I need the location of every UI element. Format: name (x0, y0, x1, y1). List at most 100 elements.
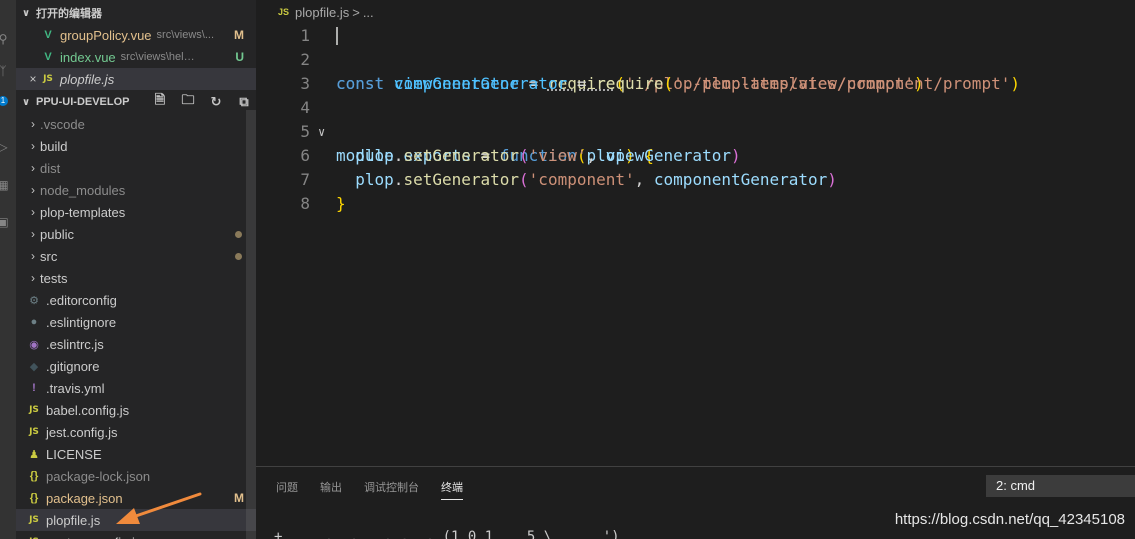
tree-item-label: .gitignore (46, 358, 100, 374)
file-item[interactable]: {} package-lock.json (16, 465, 256, 487)
eslint-icon: ◉ (29, 338, 39, 351)
modified-dot (235, 252, 242, 260)
activity-bar: ⚲ ᛉ 1 ▷ ▦ ▣ (0, 0, 16, 539)
chevron-right-icon[interactable]: › (26, 139, 40, 153)
folder-item[interactable]: › node_modules (16, 179, 256, 201)
tree-item-label: node_modules (40, 182, 126, 198)
folder-item[interactable]: › build (16, 135, 256, 157)
terminal-output[interactable]: + . . . . . (1 0 1 5 \ ') (274, 529, 620, 539)
notification-badge: 1 (0, 96, 8, 106)
tree-item-label: babel.config.js (46, 402, 130, 418)
folder-item[interactable]: › plop-templates (16, 201, 256, 223)
open-editor-label: index.vue (60, 49, 116, 65)
open-editor-path: src\views\... (156, 29, 214, 41)
file-item[interactable]: ◆ .gitignore (16, 355, 256, 377)
tree-item-label: package.json (46, 490, 123, 506)
git-status-badge: M (234, 491, 244, 505)
panel-tab[interactable]: 问题 (276, 479, 298, 500)
open-editor-item[interactable]: × JS plopfile.js (16, 68, 256, 90)
folder-item[interactable]: › src (16, 245, 256, 267)
panel-tabs: 问题 输出 调试控制台 终端 (276, 479, 463, 500)
chevron-down-icon: ∨ (21, 96, 31, 108)
chevron-right-icon[interactable]: › (26, 161, 40, 175)
bottom-panel: 问题 输出 调试控制台 终端 2: cmd https://blog.csdn.net… (256, 466, 1135, 539)
vue-icon: V (44, 51, 52, 63)
code-line-2[interactable]: const componentGenerator = require('./pl… (256, 48, 1135, 93)
code-line-5[interactable]: plop.setGenerator('view', viewGenerator) (256, 120, 1135, 165)
git-status-badge: M (234, 28, 244, 42)
breadcrumb: JS plopfile.js > ... (256, 0, 1135, 24)
source-control-icon[interactable]: ᛉ (0, 64, 10, 78)
new-file-icon[interactable]: 🗎 (152, 92, 168, 110)
open-editor-label: groupPolicy.vue (60, 27, 152, 43)
code-line-7[interactable]: } (256, 168, 1135, 213)
folder-item[interactable]: › dist (16, 157, 256, 179)
tree-item-label: src (40, 248, 58, 264)
collapse-all-icon[interactable]: ⧉ (236, 94, 252, 110)
git-icon: ◆ (29, 360, 39, 373)
js-file-icon: JS (278, 7, 290, 17)
file-item[interactable]: ⚙ .editorconfig (16, 289, 256, 311)
workspace-header[interactable]: ∨ PPU-UI-DEVELOP 🗎 🗀 ↻ ⧉ (16, 91, 256, 113)
chevron-right-icon[interactable]: › (26, 117, 40, 131)
chevron-down-icon: ∨ (21, 7, 31, 19)
chevron-right-icon[interactable]: › (26, 183, 40, 197)
git-status-badge: U (235, 50, 244, 64)
open-editor-item[interactable]: VgroupPolicy.vue src\views\... M (16, 24, 256, 46)
file-item[interactable]: JS plopfile.js (16, 509, 256, 531)
file-item[interactable]: JS babel.config.js (16, 399, 256, 421)
file-item[interactable]: {} package.json M (16, 487, 256, 509)
json-icon: {} (29, 470, 39, 482)
refresh-icon[interactable]: ↻ (208, 94, 224, 110)
js-icon: JS (29, 515, 39, 525)
sidebar-scrollbar[interactable] (246, 110, 256, 539)
file-item[interactable]: ! .travis.yml (16, 377, 256, 399)
open-editor-item[interactable]: Vindex.vue src\views\hello... U (16, 46, 256, 68)
file-item[interactable]: JSpostcss.config.js (16, 531, 256, 539)
tree-item-label: public (40, 226, 74, 242)
file-item[interactable]: ♟ LICENSE (16, 443, 256, 465)
close-icon[interactable]: × (26, 72, 40, 86)
code-line-6[interactable]: plop.setGenerator('component', component… (256, 144, 1135, 189)
workspace-title: PPU-UI-DEVELOP (36, 96, 130, 108)
circle-icon: ● (30, 316, 38, 328)
panel-tab[interactable]: 输出 (320, 479, 342, 500)
editor[interactable]: JS plopfile.js > ... 1 2 3 4 5 6 7 8 con… (256, 0, 1135, 466)
terminal-select[interactable]: 2: cmd (986, 475, 1135, 497)
open-editors-title: 打开的编辑器 (36, 8, 102, 20)
tree-item-label: plopfile.js (46, 512, 101, 528)
gear-icon: ⚙ (29, 294, 39, 307)
chevron-right-icon[interactable]: › (26, 249, 40, 263)
tree-item-label: postcss.config.js (46, 535, 141, 539)
chevron-right-icon[interactable]: › (26, 271, 40, 285)
tree-item-label: LICENSE (46, 446, 102, 462)
debug-icon[interactable]: ▷ (0, 140, 10, 154)
panel-tab[interactable]: 调试控制台 (364, 479, 419, 500)
search-icon[interactable]: ⚲ (0, 32, 10, 46)
tree-item-label: build (40, 138, 68, 154)
folder-item[interactable]: › tests (16, 267, 256, 289)
tree-item-label: .eslintrc.js (46, 336, 104, 352)
breadcrumb-rest[interactable]: ... (363, 5, 374, 20)
tree-item-label: plop-templates (40, 204, 126, 220)
tree-item-label: jest.config.js (46, 424, 118, 440)
folder-item[interactable]: › public (16, 223, 256, 245)
breadcrumb-file[interactable]: plopfile.js (295, 5, 349, 20)
file-item[interactable]: ◉ .eslintrc.js (16, 333, 256, 355)
chevron-right-icon[interactable]: › (26, 205, 40, 219)
remote-icon[interactable]: ▣ (0, 215, 10, 229)
panel-tab[interactable]: 终端 (441, 479, 463, 500)
js-icon: JS (43, 74, 53, 84)
file-item[interactable]: ● .eslintignore (16, 311, 256, 333)
new-folder-icon[interactable]: 🗀 (180, 92, 196, 110)
tree-item-label: .travis.yml (46, 380, 105, 396)
open-editor-label: plopfile.js (60, 71, 115, 87)
text-cursor (336, 27, 338, 45)
chevron-right-icon[interactable]: › (26, 227, 40, 241)
file-item[interactable]: JS jest.config.js (16, 421, 256, 443)
folder-item[interactable]: › .vscode (16, 113, 256, 135)
open-editors-header[interactable]: ∨ 打开的编辑器 (16, 2, 256, 24)
code-line-4[interactable]: ∨ module.exports = function(plop) { (256, 96, 1135, 165)
extensions-icon[interactable]: ▦ (0, 178, 10, 192)
code-line-1[interactable]: const viewGenerator = require('./plop-te… (256, 24, 1135, 93)
